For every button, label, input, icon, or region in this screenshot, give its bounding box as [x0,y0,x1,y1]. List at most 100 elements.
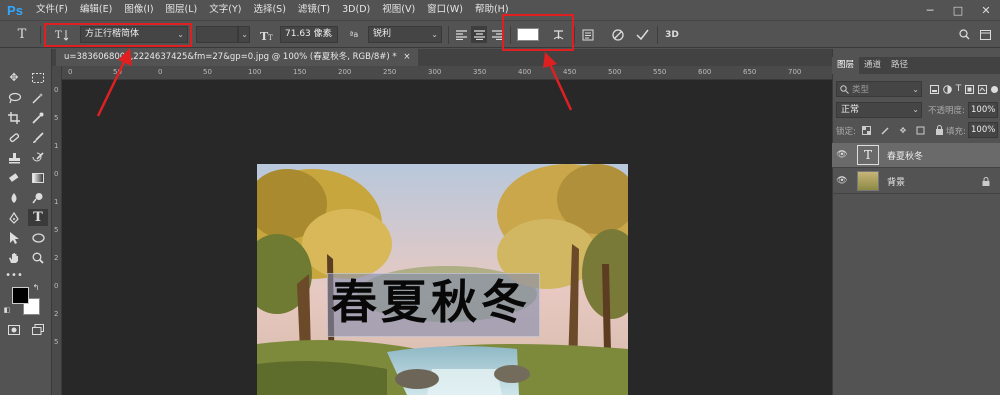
menu-3d[interactable]: 3D(D) [336,0,376,20]
more-tools-icon[interactable]: ••• [4,267,24,284]
layer-row-background[interactable]: 👁 背景 [832,169,1000,194]
chevron-down-icon: ⌄ [241,30,248,39]
blend-mode-select[interactable]: 正常 ⌄ [836,102,922,118]
lock-position-icon[interactable]: ✥ [900,126,907,135]
antialias-value: 锐利 [373,29,392,39]
lock-all-icon [935,125,943,135]
dodge-tool-icon[interactable] [28,189,48,206]
ruler-tick-label: 1 [54,198,59,206]
align-left-icon[interactable] [453,26,469,43]
search-icon[interactable] [955,26,973,43]
menu-image[interactable]: 图像(I) [118,0,159,20]
antialias-select[interactable]: 锐利 ⌄ [368,26,442,43]
blur-tool-icon[interactable] [4,189,24,206]
menu-view[interactable]: 视图(V) [376,0,421,20]
ruler-tick-label: 550 [653,68,667,76]
menu-window[interactable]: 窗口(W) [421,0,469,20]
filter-toggle-icon[interactable] [990,85,998,93]
commit-edit-icon[interactable] [633,26,651,43]
menu-layer[interactable]: 图层(L) [160,0,204,20]
font-style-dropdown[interactable]: ⌄ [238,26,250,43]
fill-label: 填充: [946,127,966,137]
screen-mode-icon[interactable] [28,321,48,338]
ruler-tick-label: 0 [68,68,73,76]
type-tool-icon[interactable]: T [28,209,48,226]
magic-wand-icon[interactable] [28,89,48,106]
pen-tool-icon[interactable] [4,209,24,226]
canvas-text[interactable]: 春夏秋冬 [331,274,541,330]
ruler-left: 0510152025 [52,66,62,395]
tab-paths[interactable]: 路径 [886,57,913,74]
path-selection-icon[interactable] [4,229,24,246]
align-center-icon[interactable] [471,26,487,43]
3d-button[interactable]: 3D [663,26,681,43]
visibility-eye-icon[interactable]: 👁 [832,150,852,160]
lasso-tool-icon[interactable] [4,89,24,106]
gradient-tool-icon[interactable] [28,169,48,186]
move-tool-icon[interactable]: ✥ [4,69,24,86]
toolbox: ✥ T ••• ◧ ↰ [0,49,52,395]
tab-channels[interactable]: 通道 [859,57,886,74]
eyedropper-icon[interactable] [28,109,48,126]
chevron-down-icon: ⌄ [912,84,919,94]
layer-filter-placeholder: 类型 [852,85,870,95]
layer-filter-icons: T [928,81,1000,97]
workspace-icon[interactable] [976,26,994,43]
maximize-button[interactable]: □ [944,0,972,20]
font-style-select[interactable] [196,26,238,43]
brush-tool-icon[interactable] [28,129,48,146]
crop-tool-icon[interactable] [4,109,24,126]
filter-shape-icon [965,84,975,94]
ruler-tick-label: 5 [54,226,59,234]
lock-icons: ✥ [862,124,944,136]
marquee-tool-icon[interactable] [28,69,48,86]
minimize-button[interactable]: ─ [916,0,944,20]
ellipse-tool-icon[interactable] [28,229,48,246]
menu-edit[interactable]: 编辑(E) [74,0,118,20]
ruler-tick-label: 200 [338,68,352,76]
menu-select[interactable]: 选择(S) [247,0,291,20]
lock-transparent-icon [862,125,871,135]
history-brush-icon[interactable] [28,149,48,166]
blend-mode-value: 正常 [841,105,860,115]
opacity-input[interactable]: 100% [968,102,998,118]
ruler-tick-label: 700 [788,68,802,76]
font-size-input[interactable]: 71.63 像素 ⌄ [280,26,338,43]
ruler-tick-label: 0 [54,86,59,94]
character-panel-icon[interactable] [580,26,596,43]
hand-tool-icon[interactable] [4,249,24,266]
panel-tabs: 图层 通道 路径 [832,57,1000,74]
visibility-eye-icon[interactable]: 👁 [832,176,852,186]
default-colors-icon[interactable]: ◧ [2,305,12,315]
lock-icon [982,176,990,186]
ruler-tick-label: 650 [743,68,757,76]
foreground-color-swatch[interactable] [12,287,29,304]
menu-type[interactable]: 文字(Y) [203,0,247,20]
filter-type-icon[interactable]: T [956,84,962,94]
healing-brush-icon[interactable] [4,129,24,146]
swap-colors-icon[interactable]: ↰ [30,282,42,292]
type-tool-preset-icon[interactable]: T [12,26,32,43]
chevron-down-icon: ⌄ [912,105,919,114]
ruler-top: 0 50 0 50 100 150 200 250 300 350 400 450 500 550 600 6… [62,66,832,80]
ruler-tick-label: 0 [54,170,59,178]
close-button[interactable]: ✕ [972,0,1000,20]
close-tab-icon[interactable]: × [403,52,410,62]
annotation-arrow-right [543,52,573,111]
layer-filter-select[interactable]: 类型 ⌄ [836,81,922,97]
layer-row-text[interactable]: 👁 T 春夏秋冬 [832,143,1000,168]
zoom-tool-icon[interactable] [28,249,48,266]
menu-filter[interactable]: 滤镜(T) [292,0,336,20]
clone-stamp-icon[interactable] [4,149,24,166]
quick-mask-icon[interactable] [4,321,24,338]
menu-bar: Ps 文件(F) 编辑(E) 图像(I) 图层(L) 文字(Y) 选择(S) 滤… [0,0,1000,20]
menu-file[interactable]: 文件(F) [30,0,74,20]
lock-label: 锁定: [836,127,856,137]
filter-adjustment-icon [943,84,952,94]
cancel-edit-icon[interactable] [609,26,627,43]
tab-layers[interactable]: 图层 [832,57,860,74]
ruler-tick-label: 250 [383,68,397,76]
fill-input[interactable]: 100% [968,122,998,138]
eraser-tool-icon[interactable] [4,169,24,186]
ruler-tick-label: 5 [54,114,59,122]
